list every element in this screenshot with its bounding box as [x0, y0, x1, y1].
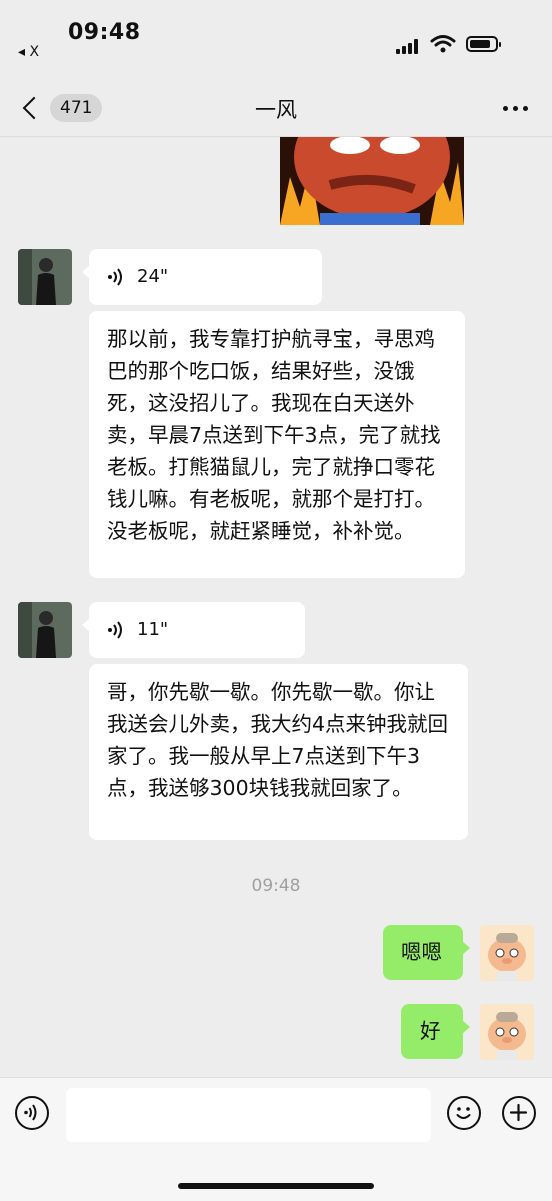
add-button[interactable] [502, 1096, 536, 1130]
input-bar [0, 1077, 552, 1201]
signal-icon [396, 38, 422, 54]
sticker-image[interactable] [280, 137, 464, 225]
my-avatar[interactable] [480, 1004, 534, 1060]
voice-transcript-text: 那以前，我专靠打护航寻宝，寻思鸡巴的那个吃口饭，结果好些，没饿死，这没招儿了。我… [89, 311, 465, 578]
chat-header: 471 一风 [0, 80, 552, 137]
home-indicator [178, 1183, 374, 1189]
sent-message: 好 [401, 1004, 470, 1059]
clock: 09:48 [68, 20, 141, 45]
contact-avatar[interactable] [18, 602, 72, 658]
sent-message: 嗯嗯 [383, 925, 470, 980]
voice-input-button[interactable] [15, 1096, 49, 1130]
more-dots-icon[interactable] [503, 106, 528, 111]
status-bar: 09:48 ◂ X [0, 0, 552, 80]
emoji-icon [456, 1107, 471, 1119]
voice-wave-icon [108, 621, 122, 639]
voice-wave-icon [108, 268, 122, 286]
contact-avatar[interactable] [18, 249, 72, 305]
back-to-app-link[interactable]: ◂ X [18, 44, 39, 60]
plus-circle-icon [509, 1103, 528, 1122]
emoji-button[interactable] [447, 1096, 481, 1130]
wifi-icon [430, 35, 456, 53]
chat-title: 一风 [255, 98, 297, 122]
voice-duration: 11" [137, 619, 169, 640]
message-input[interactable] [66, 1088, 431, 1142]
voice-message[interactable]: 24" [82, 249, 322, 305]
message-timestamp: 09:48 [251, 876, 301, 896]
voice-duration: 24" [137, 266, 169, 287]
voice-wave-icon [24, 1104, 37, 1121]
voice-transcript-text: 哥，你先歇一歇。你先歇一歇。你让我送会儿外卖，我大约4点来钟我就回家了。我一般从… [89, 664, 468, 840]
voice-message[interactable]: 11" [82, 602, 305, 658]
my-avatar[interactable] [480, 925, 534, 981]
battery-icon [466, 36, 501, 52]
